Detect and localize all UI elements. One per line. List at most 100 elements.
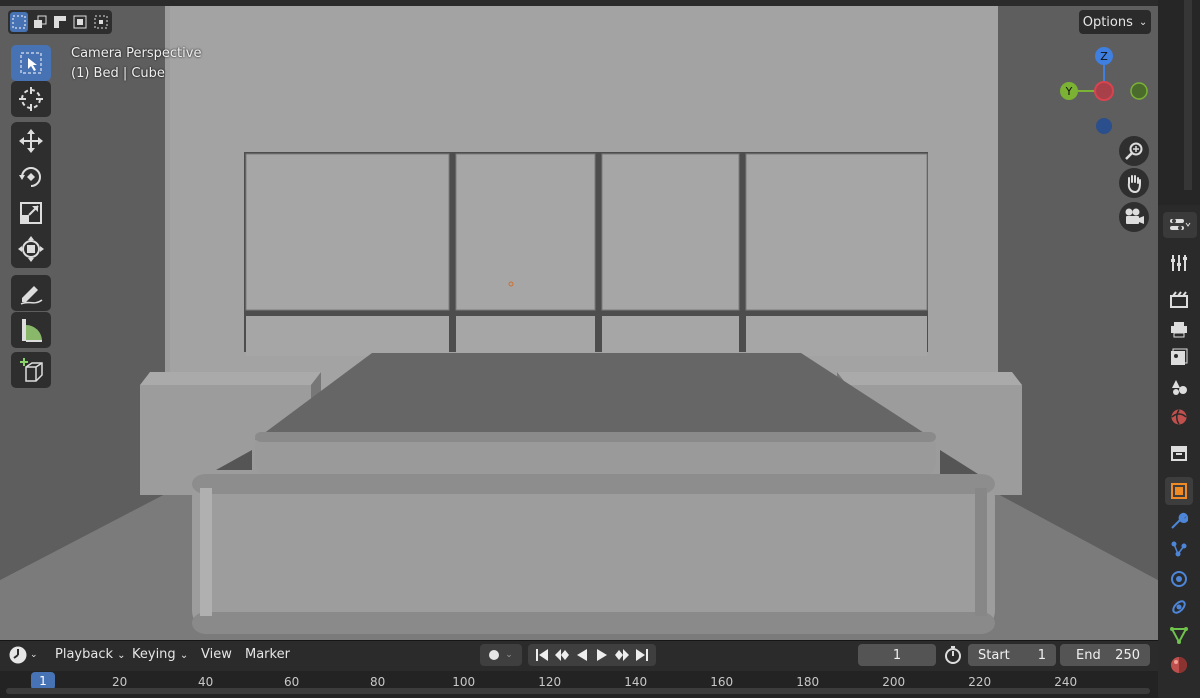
render-icon[interactable]: [1168, 288, 1190, 310]
jump-end-icon: [636, 649, 648, 661]
y-axis-label: Y: [1065, 85, 1073, 98]
output-icon[interactable]: [1168, 318, 1190, 340]
playback-menu[interactable]: Playback ⌄: [55, 647, 126, 662]
timeline-editor-type-button[interactable]: ⌄: [8, 644, 42, 666]
collection-icon[interactable]: [1168, 442, 1190, 464]
auto-keying-toggle[interactable]: ⌄: [480, 644, 522, 666]
end-frame-field[interactable]: End 250: [1060, 644, 1150, 666]
add-cube-tool[interactable]: [11, 352, 51, 388]
next-keyframe-button[interactable]: [614, 647, 630, 663]
options-dropdown[interactable]: Options ⌄: [1079, 10, 1151, 34]
navigation-gizmo[interactable]: Z Y: [1055, 44, 1155, 139]
measure-icon: [22, 319, 42, 342]
options-label: Options: [1082, 14, 1133, 30]
view-mode-label: Camera Perspective: [71, 46, 202, 61]
move-icon: [19, 129, 43, 153]
scene-icon[interactable]: [1168, 376, 1190, 398]
select-subtract-mode-button[interactable]: [51, 12, 69, 32]
physics-icon[interactable]: [1168, 568, 1190, 590]
chevron-down-icon: ⌄: [505, 650, 513, 660]
select-new-mode-button[interactable]: [10, 12, 29, 32]
play-reverse-button[interactable]: [574, 647, 590, 663]
particles-icon[interactable]: [1168, 538, 1190, 560]
playback-controls: [528, 644, 656, 666]
neg-y-axis-icon[interactable]: [1130, 82, 1148, 100]
properties-editor-icon: [1170, 219, 1191, 230]
chevron-down-icon: ⌄: [179, 650, 189, 661]
header-strip: [0, 0, 1158, 6]
transform-tool[interactable]: [11, 231, 51, 267]
constraints-icon[interactable]: [1168, 596, 1190, 618]
select-new-icon: [12, 15, 26, 29]
annotate-tool[interactable]: [11, 275, 51, 311]
select-extend-mode-button[interactable]: [30, 12, 48, 32]
select-intersect-icon: [94, 15, 108, 29]
zoom-button[interactable]: [1119, 136, 1149, 166]
modifier-icon[interactable]: [1168, 510, 1190, 532]
view-layer-icon[interactable]: [1168, 346, 1190, 368]
keying-label: Keying: [132, 647, 176, 662]
rotate-tool[interactable]: [11, 159, 51, 195]
scene-render: [0, 6, 1158, 640]
ruler-tick-label: 20: [112, 675, 128, 689]
marker-menu[interactable]: Marker: [245, 647, 290, 662]
pan-button[interactable]: [1119, 168, 1149, 198]
zoom-magnifier-icon: [1125, 142, 1143, 160]
selection-mode-group: [8, 10, 112, 34]
object-icon[interactable]: [1165, 477, 1193, 505]
scale-icon: [20, 202, 42, 224]
rotate-icon: [19, 167, 41, 187]
data-icon[interactable]: [1168, 624, 1190, 646]
play-reverse-icon: [577, 649, 587, 661]
start-frame-field[interactable]: Start 1: [968, 644, 1056, 666]
measure-tool[interactable]: [11, 312, 51, 348]
neg-z-axis-icon[interactable]: [1096, 118, 1112, 134]
ruler-tick-label: 200: [882, 675, 906, 689]
ruler-tick-label: 240: [1054, 675, 1078, 689]
outliner-scrollbar[interactable]: [1184, 0, 1192, 190]
jump-end-button[interactable]: [634, 647, 650, 663]
cursor-tool[interactable]: [11, 81, 51, 117]
3d-viewport[interactable]: [0, 6, 1158, 640]
select-subtract-icon: [54, 16, 67, 28]
chevron-down-icon: ⌄: [117, 650, 126, 661]
select-intersect-mode-button[interactable]: [92, 12, 110, 32]
play-button[interactable]: [594, 647, 610, 663]
timeline-scrollbar[interactable]: [6, 688, 1150, 694]
prev-keyframe-icon: [555, 649, 569, 661]
ruler-tick-label: 160: [710, 675, 734, 689]
ruler-tick-label: 40: [198, 675, 214, 689]
ruler-tick-label: 120: [538, 675, 562, 689]
world-icon[interactable]: [1168, 406, 1190, 428]
tool-icon[interactable]: [1168, 252, 1190, 274]
scale-tool[interactable]: [11, 195, 51, 231]
select-box-tool[interactable]: [11, 45, 51, 81]
ruler-tick-label: 60: [284, 675, 300, 689]
clock-icon: [9, 646, 27, 664]
x-axis-icon[interactable]: [1094, 81, 1114, 101]
jump-start-button[interactable]: [534, 647, 550, 663]
jump-start-icon: [536, 649, 548, 661]
camera-icon: [1125, 208, 1144, 224]
chevron-down-icon: ⌄: [30, 650, 38, 660]
camera-view-button[interactable]: [1119, 202, 1149, 232]
editor-type-button[interactable]: [1163, 212, 1197, 238]
prev-keyframe-button[interactable]: [554, 647, 570, 663]
select-extend-icon: [33, 15, 47, 28]
keying-menu[interactable]: Keying ⌄: [132, 647, 188, 662]
ruler-tick-label: 140: [624, 675, 648, 689]
active-object-label: (1) Bed | Cube: [71, 66, 165, 81]
play-icon: [597, 649, 607, 661]
hand-icon: [1127, 175, 1141, 193]
select-invert-mode-button[interactable]: [71, 12, 89, 32]
stopwatch-icon[interactable]: [943, 645, 963, 665]
start-frame-value: 1: [1037, 647, 1046, 663]
ruler-tick-label: 220: [968, 675, 992, 689]
viewport-info: Camera Perspective (1) Bed | Cube: [71, 44, 201, 84]
view-menu[interactable]: View: [201, 647, 232, 662]
move-tool[interactable]: [11, 123, 51, 159]
ruler-tick-label: 180: [796, 675, 820, 689]
material-icon[interactable]: [1168, 654, 1190, 676]
next-keyframe-icon: [615, 649, 629, 661]
current-frame-field[interactable]: 1: [858, 644, 936, 666]
